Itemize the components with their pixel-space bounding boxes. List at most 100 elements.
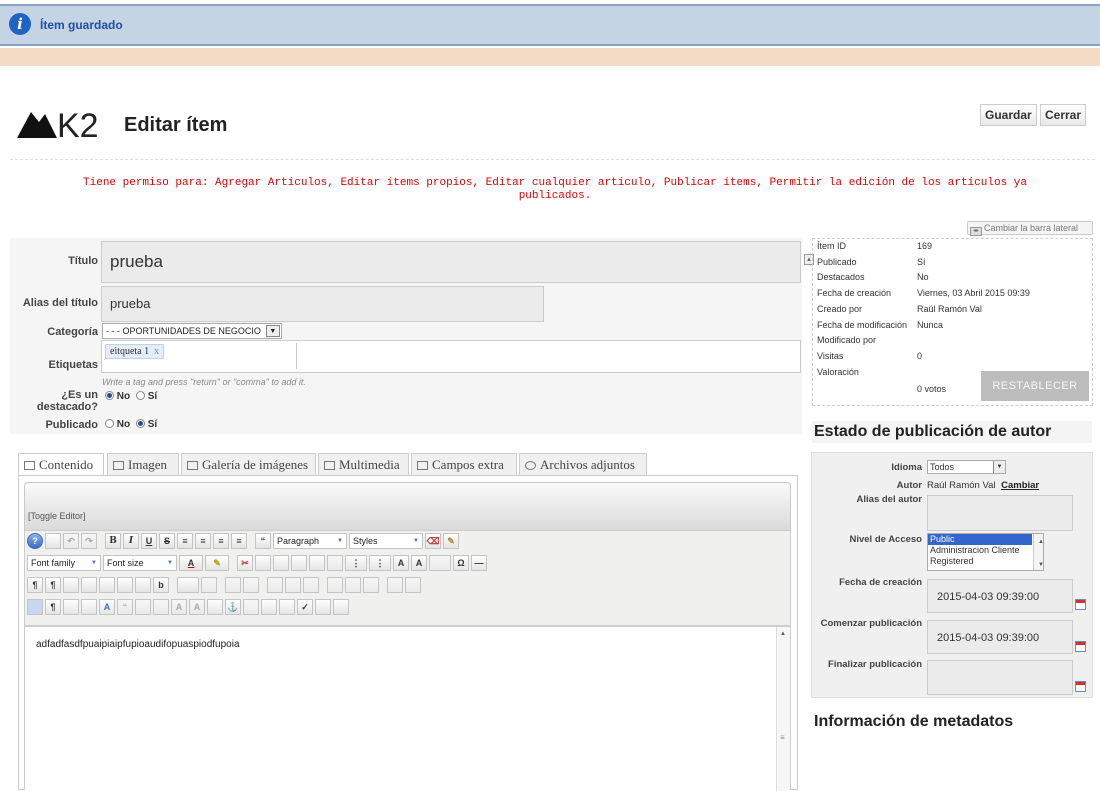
col-after-icon[interactable] xyxy=(285,577,301,593)
undo-icon[interactable]: ↶ xyxy=(63,533,79,549)
row-before-icon[interactable] xyxy=(225,577,241,593)
ordered-list-icon[interactable]: ⋮ xyxy=(345,555,367,571)
alias-input[interactable]: prueba xyxy=(101,286,544,322)
published-no-radio[interactable] xyxy=(105,419,114,428)
paste-text-icon[interactable] xyxy=(291,555,307,571)
pilcrow-icon[interactable]: ¶ xyxy=(45,599,61,615)
tab-image[interactable]: Imagen xyxy=(107,453,179,475)
fullscreen-icon[interactable] xyxy=(63,577,79,593)
calendar-icon[interactable] xyxy=(1075,641,1086,652)
align-center-icon[interactable]: ≡ xyxy=(195,533,211,549)
new-document-icon[interactable] xyxy=(45,533,61,549)
toggle-sidebar-button[interactable]: ◂▸ Cambiar la barra lateral xyxy=(967,221,1093,236)
help-icon[interactable]: ? xyxy=(27,533,43,549)
access-option[interactable]: Registered xyxy=(928,556,1043,567)
reset-rating-button[interactable]: RESTABLECER xyxy=(981,371,1089,401)
del-icon[interactable]: A xyxy=(171,599,187,615)
access-option[interactable]: Administracion Cliente xyxy=(928,545,1043,556)
insert-icon[interactable] xyxy=(429,555,451,571)
pagebreak-icon[interactable] xyxy=(315,599,331,615)
blockquote-icon[interactable]: “ xyxy=(255,533,271,549)
acronym-icon[interactable] xyxy=(153,599,169,615)
template-icon[interactable] xyxy=(63,599,79,615)
find-icon[interactable] xyxy=(135,577,151,593)
horizontal-rule-icon[interactable]: — xyxy=(471,555,487,571)
published-yes-radio[interactable] xyxy=(135,419,145,428)
link-icon[interactable] xyxy=(261,599,277,615)
align-right-icon[interactable]: ≡ xyxy=(213,533,229,549)
access-option[interactable]: Public xyxy=(928,534,1032,545)
paste-word-icon[interactable] xyxy=(309,555,325,571)
delete-table-icon[interactable] xyxy=(201,577,217,593)
print-icon[interactable] xyxy=(117,577,133,593)
row-after-icon[interactable] xyxy=(243,577,259,593)
col-before-icon[interactable] xyxy=(267,577,283,593)
created-date-input[interactable]: 2015-04-03 09:39:00 xyxy=(927,579,1073,613)
ins-icon[interactable]: A xyxy=(189,599,205,615)
bold-icon[interactable]: B xyxy=(105,533,121,549)
delete-col-icon[interactable] xyxy=(303,577,319,593)
scroll-up-icon[interactable]: ▲ xyxy=(780,631,786,637)
replace-icon[interactable]: b xyxy=(153,577,169,593)
save-button[interactable]: Guardar xyxy=(980,104,1037,126)
attributes-icon[interactable] xyxy=(207,599,223,615)
cell-props-icon[interactable] xyxy=(363,577,379,593)
author-alias-input[interactable] xyxy=(927,495,1073,531)
font-size-select[interactable]: Font size ▼ xyxy=(103,555,177,571)
spellcheck-icon[interactable]: ✓ xyxy=(297,599,313,615)
tab-content[interactable]: Contenido xyxy=(18,453,104,476)
editor-content-area[interactable]: adfadfasdfpuaipiaipfupioaudifopuaspiodfu… xyxy=(24,626,791,791)
toggle-editor-link[interactable]: [Toggle Editor] xyxy=(28,511,86,521)
editor-scrollbar[interactable]: ▲ ≡ xyxy=(776,627,790,791)
outdent-icon[interactable] xyxy=(327,555,343,571)
table-props-icon[interactable] xyxy=(387,577,403,593)
align-left-icon[interactable]: ≡ xyxy=(177,533,193,549)
ltr-icon[interactable]: ¶ xyxy=(27,577,43,593)
align-justify-icon[interactable]: ≡ xyxy=(231,533,247,549)
paste-icon[interactable] xyxy=(273,555,289,571)
anchor-icon[interactable]: ⚓ xyxy=(225,599,241,615)
styles-select[interactable]: Styles ▼ xyxy=(349,533,423,549)
access-level-select[interactable]: Public Administracion Cliente Registered… xyxy=(927,533,1044,571)
styles-icon[interactable]: A xyxy=(99,599,115,615)
cleanup-icon[interactable]: ✎ xyxy=(443,533,459,549)
unordered-list-icon[interactable]: ⋮ xyxy=(369,555,391,571)
split-cells-icon[interactable] xyxy=(327,577,343,593)
row-props-icon[interactable] xyxy=(405,577,421,593)
font-family-select[interactable]: Font family ▼ xyxy=(27,555,101,571)
featured-yes-radio[interactable] xyxy=(135,391,145,400)
tag-remove-icon[interactable]: x xyxy=(154,346,159,357)
rtl-icon[interactable]: ¶ xyxy=(45,577,61,593)
special-char-icon[interactable]: Ω xyxy=(453,555,469,571)
featured-no-radio[interactable] xyxy=(105,391,114,400)
readmore-icon[interactable] xyxy=(333,599,349,615)
text-color-icon[interactable]: A xyxy=(179,555,203,571)
scroll-grip-icon[interactable]: ≡ xyxy=(780,733,785,742)
merge-cells-icon[interactable] xyxy=(345,577,361,593)
cut-icon[interactable]: ✂ xyxy=(237,555,253,571)
underline-icon[interactable]: U xyxy=(141,533,157,549)
tab-extra-fields[interactable]: Campos extra xyxy=(411,453,517,475)
calendar-icon[interactable] xyxy=(1075,599,1086,610)
access-scrollbar[interactable]: ▲ ▼ xyxy=(1033,534,1044,570)
language-select[interactable]: Todos ▼ xyxy=(927,460,1006,474)
redo-icon[interactable]: ↷ xyxy=(81,533,97,549)
unlink-icon[interactable] xyxy=(243,599,259,615)
superscript-icon[interactable]: A xyxy=(411,555,427,571)
highlight-icon[interactable]: ✎ xyxy=(205,555,229,571)
subscript-icon[interactable]: A xyxy=(393,555,409,571)
tab-attachments[interactable]: Archivos adjuntos xyxy=(519,453,647,475)
calendar-icon[interactable] xyxy=(1075,681,1086,692)
eraser-icon[interactable]: ⌫ xyxy=(425,533,441,549)
paragraph-select[interactable]: Paragraph ▼ xyxy=(273,533,347,549)
abbr-icon[interactable] xyxy=(135,599,151,615)
change-author-link[interactable]: Cambiar xyxy=(1001,480,1039,491)
tab-gallery[interactable]: Galería de imágenes xyxy=(181,453,316,475)
close-button[interactable]: Cerrar xyxy=(1040,104,1087,126)
copy-icon[interactable] xyxy=(255,555,271,571)
end-publishing-input[interactable] xyxy=(927,660,1073,695)
category-select[interactable]: - - - OPORTUNIDADES DE NEGOCIO ▼ xyxy=(102,323,282,339)
start-publishing-input[interactable]: 2015-04-03 09:39:00 xyxy=(927,620,1073,654)
title-input[interactable]: prueba xyxy=(101,241,801,283)
quote-icon[interactable]: “ xyxy=(117,599,133,615)
